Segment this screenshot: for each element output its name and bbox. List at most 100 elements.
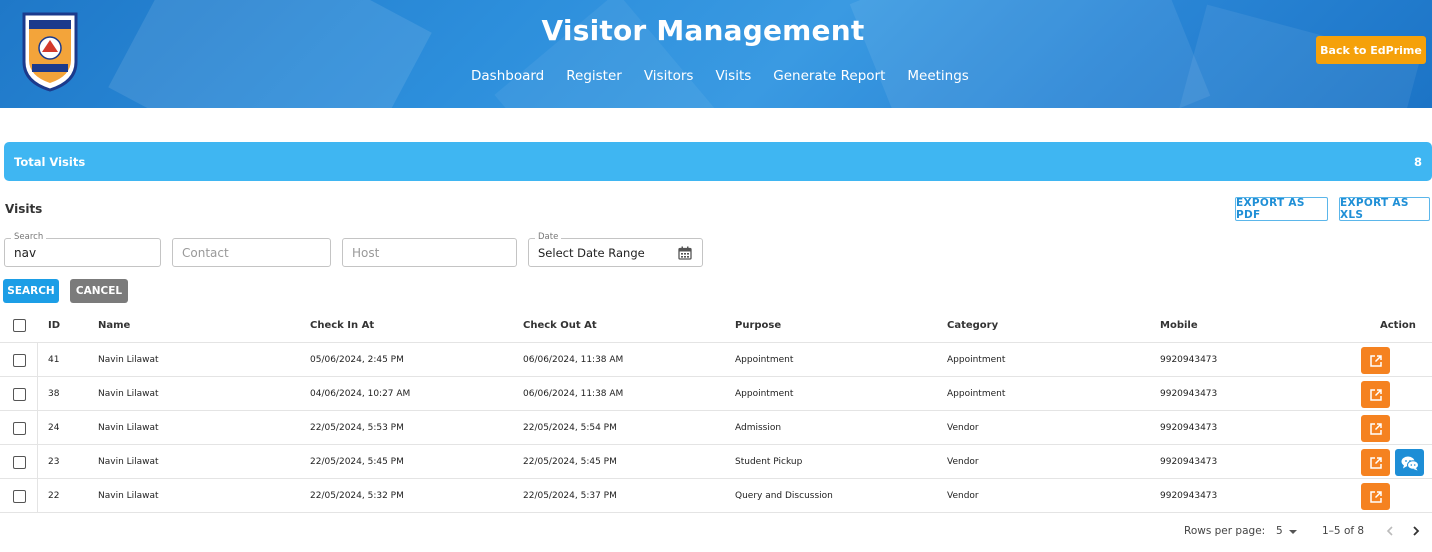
cell-category: Vendor [947,491,979,501]
cell-mobile: 9920943473 [1160,355,1218,365]
row-divider [37,445,38,479]
nav-meetings[interactable]: Meetings [907,68,968,84]
cell-check-in: 05/06/2024, 2:45 PM [310,355,404,365]
export-pdf-button[interactable]: EXPORT AS PDF [1235,197,1328,221]
open-visit-button[interactable] [1361,381,1390,408]
open-visit-button[interactable] [1361,347,1390,374]
cell-check-out: 22/05/2024, 5:37 PM [523,491,617,501]
cell-check-in: 22/05/2024, 5:32 PM [310,491,404,501]
open-in-new-icon [1369,388,1382,401]
row-select-cell [13,411,26,445]
nav-visits[interactable]: Visits [715,68,751,84]
open-in-new-icon [1369,422,1382,435]
export-xls-button[interactable]: EXPORT AS XLS [1339,197,1430,221]
cancel-button[interactable]: CANCEL [70,279,128,303]
app-header: Visitor Management Dashboard Register Vi… [0,0,1432,108]
cell-check-out: 22/05/2024, 5:54 PM [523,423,617,433]
cell-category: Appointment [947,389,1006,399]
table-row: 23 Navin Lilawat 22/05/2024, 5:45 PM 22/… [0,445,1432,479]
column-header-mobile[interactable]: Mobile [1160,308,1198,343]
cell-category: Vendor [947,423,979,433]
rows-per-page-select[interactable]: 5 [1276,525,1283,537]
calendar-icon[interactable] [678,246,692,260]
column-header-check-in[interactable]: Check In At [310,308,374,343]
table-row: 38 Navin Lilawat 04/06/2024, 10:27 AM 06… [0,377,1432,411]
search-label: Search [11,232,47,242]
cell-check-in: 22/05/2024, 5:45 PM [310,457,404,467]
row-checkbox[interactable] [13,489,26,503]
select-all-checkbox[interactable] [13,319,26,332]
cell-id: 22 [48,491,60,501]
open-in-new-icon [1369,354,1382,367]
chevron-left-icon[interactable] [1384,524,1396,538]
row-checkbox[interactable] [13,421,26,435]
cell-id: 24 [48,423,60,433]
open-in-new-icon [1369,490,1382,503]
contact-field [172,238,331,267]
section-title: Visits [5,202,43,216]
cell-mobile: 9920943473 [1160,457,1218,467]
open-visit-button[interactable] [1361,415,1390,442]
chevron-down-icon[interactable] [1289,530,1297,534]
chevron-right-icon[interactable] [1410,524,1422,538]
select-all-cell [13,308,26,343]
row-select-cell [13,377,26,411]
row-checkbox[interactable] [13,455,26,469]
open-visit-button[interactable] [1361,483,1390,510]
cell-check-out: 06/06/2024, 11:38 AM [523,355,624,365]
chat-icon [1401,456,1419,470]
cell-category: Appointment [947,355,1006,365]
cell-purpose: Appointment [735,389,794,399]
app-title: Visitor Management [541,14,865,47]
nav-dashboard[interactable]: Dashboard [471,68,544,84]
cell-check-in: 22/05/2024, 5:53 PM [310,423,404,433]
row-checkbox[interactable] [13,353,26,367]
date-range-field[interactable]: Date Select Date Range [528,232,703,267]
cell-purpose: Appointment [735,355,794,365]
row-select-cell [13,343,26,377]
column-header-category[interactable]: Category [947,308,998,343]
contact-input[interactable] [182,244,316,262]
search-input[interactable] [14,244,146,262]
nav-register[interactable]: Register [566,68,622,84]
column-header-purpose[interactable]: Purpose [735,308,781,343]
host-input[interactable] [352,244,500,262]
nav-generate-report[interactable]: Generate Report [773,68,885,84]
column-header-action: Action [1380,320,1416,331]
total-visits-label: Total Visits [14,154,86,169]
table-row: 22 Navin Lilawat 22/05/2024, 5:32 PM 22/… [0,479,1432,513]
row-select-cell [13,479,26,513]
cell-purpose: Admission [735,423,782,433]
pagination: Rows per page: 5 1–5 of 8 [0,520,1432,544]
date-range-value: Select Date Range [538,246,645,260]
date-label: Date [535,232,562,242]
row-select-cell [13,445,26,479]
column-header-check-out[interactable]: Check Out At [523,308,597,343]
column-header-id[interactable]: ID [48,308,60,343]
row-divider [37,377,38,411]
cell-mobile: 9920943473 [1160,491,1218,501]
open-in-new-icon [1369,456,1382,469]
cell-check-out: 06/06/2024, 11:38 AM [523,389,624,399]
row-checkbox[interactable] [13,387,26,401]
cell-name: Navin Lilawat [98,355,159,365]
total-visits-bar: Total Visits 8 [4,142,1432,181]
cell-name: Navin Lilawat [98,389,159,399]
total-visits-count: 8 [1413,154,1422,169]
row-divider [37,343,38,377]
cell-check-in: 04/06/2024, 10:27 AM [310,389,411,399]
table-row: 41 Navin Lilawat 05/06/2024, 2:45 PM 06/… [0,343,1432,377]
nav-visitors[interactable]: Visitors [644,68,694,84]
search-button[interactable]: SEARCH [3,279,59,303]
back-to-edprime-button[interactable]: Back to EdPrime [1316,36,1426,64]
open-visit-button[interactable] [1361,449,1390,476]
cell-name: Navin Lilawat [98,423,159,433]
row-divider [37,479,38,513]
page-range: 1–5 of 8 [1322,525,1365,537]
chat-button[interactable] [1395,449,1424,476]
cell-id: 38 [48,389,60,399]
cell-id: 41 [48,355,60,365]
column-header-name[interactable]: Name [98,308,130,343]
host-field [342,238,517,267]
cell-name: Navin Lilawat [98,457,159,467]
